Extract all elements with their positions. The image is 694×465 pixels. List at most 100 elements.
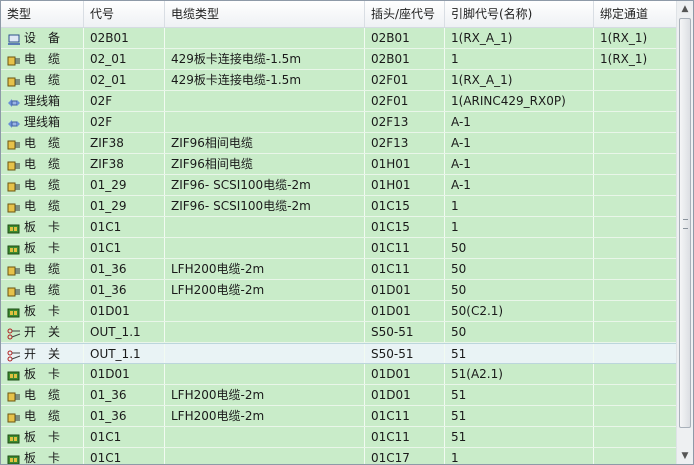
cell-cable-type: ZIF96相间电缆 (165, 133, 365, 153)
table-row[interactable]: 电 缆 01_36 LFH200电缆-2m 01C11 50 (1, 259, 676, 280)
table-row[interactable]: 理线箱 02F 02F13 A-1 (1, 112, 676, 133)
cell-pin-code: A-1 (445, 175, 594, 195)
table-row[interactable]: 板 卡 01C1 01C11 51 (1, 427, 676, 448)
table-row[interactable]: 电 缆 01_29 ZIF96- SCSI100电缆-2m 01C15 1 (1, 196, 676, 217)
cell-plug-code: 02B01 (365, 49, 445, 69)
table-row[interactable]: 开 关 OUT_1.1 S50-51 51 (1, 343, 676, 364)
cell-bound-channel (594, 406, 676, 426)
cell-bound-channel (594, 301, 676, 321)
cell-bound-channel (594, 175, 676, 195)
table-row[interactable]: 电 缆 01_36 LFH200电缆-2m 01D01 51 (1, 385, 676, 406)
column-header-pin-code[interactable]: 引脚代号(名称) (445, 1, 594, 27)
cell-plug-code: 01D01 (365, 385, 445, 405)
cell-plug-code: 01D01 (365, 364, 445, 384)
column-header-cable-type[interactable]: 电缆类型 (165, 1, 365, 27)
cell-pin-code: 51 (445, 385, 594, 405)
cell-type: 开 关 (1, 322, 84, 342)
cell-pin-code: 1 (445, 196, 594, 216)
cell-type: 理线箱 (1, 112, 84, 132)
scrollbar-thumb[interactable] (679, 18, 691, 428)
table-row[interactable]: 电 缆 02_01 429板卡连接电缆-1.5m 02B01 1 1(RX_1) (1, 49, 676, 70)
cell-bound-channel (594, 238, 676, 258)
cell-type: 理线箱 (1, 91, 84, 111)
cell-type: 电 缆 (1, 196, 84, 216)
cell-code: 01C1 (84, 238, 165, 258)
cell-type: 板 卡 (1, 301, 84, 321)
cell-plug-code: 02F13 (365, 133, 445, 153)
cell-code: 02_01 (84, 49, 165, 69)
cell-pin-code: 1 (445, 217, 594, 237)
type-label: 电 缆 (24, 199, 61, 213)
cell-cable-type: ZIF96- SCSI100电缆-2m (165, 196, 365, 216)
cable-icon (7, 137, 21, 150)
cell-code: 02_01 (84, 70, 165, 90)
type-label: 设 备 (24, 31, 61, 45)
type-label: 理线箱 (24, 94, 61, 108)
column-header-plug-code[interactable]: 插头/座代号 (365, 1, 445, 27)
column-header-bound-channel[interactable]: 绑定通道 (594, 1, 676, 27)
cell-plug-code: 01C15 (365, 217, 445, 237)
cell-cable-type: LFH200电缆-2m (165, 406, 365, 426)
table-row[interactable]: 电 缆 ZIF38 ZIF96相间电缆 01H01 A-1 (1, 154, 676, 175)
cell-type: 电 缆 (1, 406, 84, 426)
cell-type: 电 缆 (1, 133, 84, 153)
cell-plug-code: 01C17 (365, 448, 445, 464)
cable-icon (7, 179, 21, 192)
scroll-down-arrow-icon[interactable]: ▼ (677, 448, 693, 464)
column-header-code[interactable]: 代号 (84, 1, 165, 27)
type-label: 理线箱 (24, 115, 61, 129)
cell-type: 板 卡 (1, 364, 84, 384)
cell-plug-code: 01H01 (365, 175, 445, 195)
table-row[interactable]: 电 缆 01_36 LFH200电缆-2m 01C11 51 (1, 406, 676, 427)
cell-pin-code: 51 (445, 344, 594, 363)
scroll-up-arrow-icon[interactable]: ▲ (677, 1, 693, 17)
table-row[interactable]: 电 缆 02_01 429板卡连接电缆-1.5m 02F01 1(RX_A_1) (1, 70, 676, 91)
cell-cable-type (165, 344, 365, 363)
type-label: 电 缆 (24, 388, 61, 402)
table-row[interactable]: 板 卡 01C1 01C11 50 (1, 238, 676, 259)
cable-icon (7, 389, 21, 402)
cell-code: ZIF38 (84, 133, 165, 153)
board-icon (7, 221, 21, 234)
type-label: 板 卡 (24, 367, 61, 381)
table-row[interactable]: 板 卡 01D01 01D01 51(A2.1) (1, 364, 676, 385)
cell-bound-channel (594, 280, 676, 300)
type-label: 板 卡 (24, 451, 61, 464)
table-row[interactable]: 电 缆 01_29 ZIF96- SCSI100电缆-2m 01H01 A-1 (1, 175, 676, 196)
cell-type: 板 卡 (1, 427, 84, 447)
cell-code: 02F (84, 91, 165, 111)
wiring-path-window: 类型 代号 电缆类型 插头/座代号 引脚代号(名称) 绑定通道 设 备 02B01… (0, 0, 694, 465)
table-row[interactable]: 开 关 OUT_1.1 S50-51 50 (1, 322, 676, 343)
cell-code: OUT_1.1 (84, 344, 165, 363)
cell-plug-code: 01H01 (365, 154, 445, 174)
table-row[interactable]: 板 卡 01D01 01D01 50(C2.1) (1, 301, 676, 322)
table-row[interactable]: 理线箱 02F 02F01 1(ARINC429_RX0P) (1, 91, 676, 112)
board-icon (7, 368, 21, 381)
cable-icon (7, 410, 21, 423)
cell-pin-code: 50 (445, 238, 594, 258)
cell-cable-type (165, 322, 365, 342)
cell-type: 电 缆 (1, 154, 84, 174)
cell-code: 01_36 (84, 385, 165, 405)
cell-pin-code: A-1 (445, 154, 594, 174)
table-row[interactable]: 电 缆 01_36 LFH200电缆-2m 01D01 50 (1, 280, 676, 301)
type-label: 板 卡 (24, 241, 61, 255)
type-label: 电 缆 (24, 178, 61, 192)
type-label: 板 卡 (24, 220, 61, 234)
table-row[interactable]: 板 卡 01C1 01C15 1 (1, 217, 676, 238)
cell-cable-type (165, 91, 365, 111)
cell-pin-code: 51(A2.1) (445, 364, 594, 384)
cell-bound-channel (594, 427, 676, 447)
cell-code: 02F (84, 112, 165, 132)
cable-icon (7, 263, 21, 276)
table-row[interactable]: 电 缆 ZIF38 ZIF96相间电缆 02F13 A-1 (1, 133, 676, 154)
cell-pin-code: 1 (445, 448, 594, 464)
cell-pin-code: 51 (445, 427, 594, 447)
cell-code: 01D01 (84, 364, 165, 384)
cable-icon (7, 74, 21, 87)
table-row[interactable]: 板 卡 01C1 01C17 1 (1, 448, 676, 464)
vertical-scrollbar[interactable]: ▲ ▼ (676, 1, 693, 464)
cell-cable-type (165, 112, 365, 132)
table-row[interactable]: 设 备 02B01 02B01 1(RX_A_1) 1(RX_1) (1, 28, 676, 49)
column-header-type[interactable]: 类型 (1, 1, 84, 27)
